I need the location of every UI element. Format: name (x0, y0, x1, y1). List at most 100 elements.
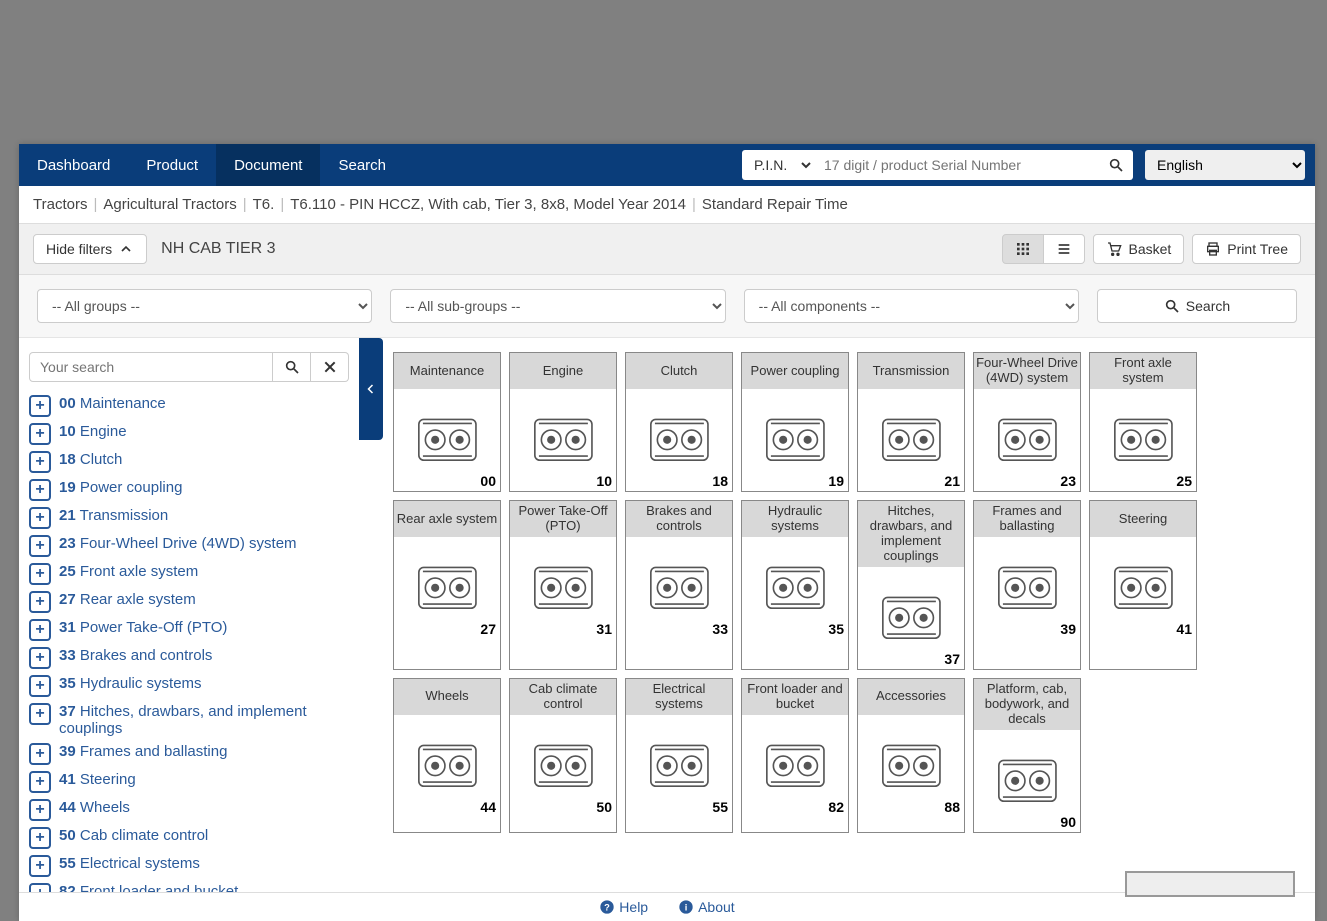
card-image: 18 (626, 389, 732, 491)
card-number: 39 (1060, 621, 1076, 637)
expand-icon[interactable]: + (29, 591, 51, 613)
about-link[interactable]: i About (678, 899, 735, 915)
sidebar-search-button[interactable] (273, 352, 311, 382)
expand-icon[interactable]: + (29, 535, 51, 557)
expand-icon[interactable]: + (29, 507, 51, 529)
card-number: 00 (480, 473, 496, 489)
hide-filters-button[interactable]: Hide filters (33, 234, 147, 264)
expand-icon[interactable]: + (29, 703, 51, 725)
category-card[interactable]: Cab climate control50 (509, 678, 617, 833)
tree-item[interactable]: +44 Wheels (29, 796, 349, 824)
expand-icon[interactable]: + (29, 423, 51, 445)
category-card[interactable]: Hydraulic systems35 (741, 500, 849, 670)
card-title: Maintenance (394, 353, 500, 389)
components-select[interactable]: -- All components -- (744, 289, 1079, 323)
tree-item[interactable]: +21 Transmission (29, 504, 349, 532)
tree-item[interactable]: +00 Maintenance (29, 392, 349, 420)
category-card[interactable]: Clutch18 (625, 352, 733, 492)
tree-item[interactable]: +39 Frames and ballasting (29, 740, 349, 768)
language-select[interactable]: English (1145, 150, 1305, 180)
breadcrumb-item[interactable]: Tractors (33, 196, 87, 213)
card-number: 18 (712, 473, 728, 489)
expand-icon[interactable]: + (29, 799, 51, 821)
category-card[interactable]: Electrical systems55 (625, 678, 733, 833)
filter-search-button[interactable]: Search (1097, 289, 1297, 323)
list-view-button[interactable] (1044, 234, 1085, 264)
breadcrumb-item[interactable]: T6. (253, 196, 275, 213)
category-card[interactable]: Front loader and bucket82 (741, 678, 849, 833)
category-card[interactable]: Power coupling19 (741, 352, 849, 492)
category-card[interactable]: Front axle system25 (1089, 352, 1197, 492)
toolbar: Hide filters NH CAB TIER 3 Basket Print … (19, 224, 1315, 275)
tree-item[interactable]: +33 Brakes and controls (29, 644, 349, 672)
tree-item[interactable]: +27 Rear axle system (29, 588, 349, 616)
breadcrumb-item[interactable]: Agricultural Tractors (103, 196, 236, 213)
expand-icon[interactable]: + (29, 743, 51, 765)
nav-document[interactable]: Document (216, 144, 320, 186)
groups-select[interactable]: -- All groups -- (37, 289, 372, 323)
tree-item[interactable]: +25 Front axle system (29, 560, 349, 588)
tree-item[interactable]: +55 Electrical systems (29, 852, 349, 880)
category-card[interactable]: Brakes and controls33 (625, 500, 733, 670)
card-number: 44 (480, 799, 496, 815)
serial-input[interactable] (814, 150, 1099, 180)
pin-type-select[interactable]: P.I.N. (742, 150, 814, 180)
sidebar-clear-button[interactable] (311, 352, 349, 382)
card-title: Hitches, drawbars, and implement couplin… (858, 501, 964, 567)
category-card[interactable]: Power Take-Off (PTO)31 (509, 500, 617, 670)
category-card[interactable]: Hitches, drawbars, and implement couplin… (857, 500, 965, 670)
nav-product[interactable]: Product (128, 144, 216, 186)
tree-item[interactable]: +50 Cab climate control (29, 824, 349, 852)
expand-icon[interactable]: + (29, 675, 51, 697)
nav-dashboard[interactable]: Dashboard (19, 144, 128, 186)
expand-icon[interactable]: + (29, 451, 51, 473)
tree-code: 82 (59, 883, 76, 892)
expand-icon[interactable]: + (29, 647, 51, 669)
expand-icon[interactable]: + (29, 395, 51, 417)
expand-icon[interactable]: + (29, 855, 51, 877)
tree-code: 35 (59, 675, 76, 692)
tree-item[interactable]: +37 Hitches, drawbars, and implement cou… (29, 700, 349, 740)
basket-button[interactable]: Basket (1093, 234, 1184, 264)
category-card[interactable]: Accessories88 (857, 678, 965, 833)
tree-item[interactable]: +35 Hydraulic systems (29, 672, 349, 700)
card-title: Frames and ballasting (974, 501, 1080, 537)
expand-icon[interactable]: + (29, 563, 51, 585)
tree-item[interactable]: +10 Engine (29, 420, 349, 448)
tree-label: Engine (80, 423, 127, 440)
model-label: NH CAB TIER 3 (161, 240, 275, 258)
grid-view-button[interactable] (1002, 234, 1044, 264)
subgroups-select[interactable]: -- All sub-groups -- (390, 289, 725, 323)
serial-search-button[interactable] (1099, 150, 1133, 180)
card-image: 33 (626, 537, 732, 639)
expand-icon[interactable]: + (29, 827, 51, 849)
category-card[interactable]: Rear axle system27 (393, 500, 501, 670)
category-card[interactable]: Wheels44 (393, 678, 501, 833)
tree-item[interactable]: +19 Power coupling (29, 476, 349, 504)
category-card[interactable]: Steering41 (1089, 500, 1197, 670)
tree-item[interactable]: +41 Steering (29, 768, 349, 796)
expand-icon[interactable]: + (29, 771, 51, 793)
nav-search[interactable]: Search (320, 144, 404, 186)
category-card[interactable]: Platform, cab, bodywork, and decals90 (973, 678, 1081, 833)
expand-icon[interactable]: + (29, 619, 51, 641)
card-number: 90 (1060, 814, 1076, 830)
card-image: 50 (510, 715, 616, 817)
category-card[interactable]: Frames and ballasting 39 (973, 500, 1081, 670)
sidebar-search-input[interactable] (29, 352, 273, 382)
expand-icon[interactable]: + (29, 479, 51, 501)
help-link[interactable]: ? Help (599, 899, 648, 915)
tree-item[interactable]: +18 Clutch (29, 448, 349, 476)
tree-item[interactable]: +82 Front loader and bucket (29, 880, 349, 892)
category-card[interactable]: Engine10 (509, 352, 617, 492)
tree-item[interactable]: +31 Power Take-Off (PTO) (29, 616, 349, 644)
tree-code: 37 (59, 703, 76, 720)
breadcrumb-item[interactable]: T6.110 - PIN HCCZ, With cab, Tier 3, 8x8… (290, 196, 686, 213)
tree-item[interactable]: +23 Four-Wheel Drive (4WD) system (29, 532, 349, 560)
category-card[interactable]: Maintenance 00 (393, 352, 501, 492)
expand-icon[interactable]: + (29, 883, 51, 892)
category-card[interactable]: Four-Wheel Drive (4WD) system23 (973, 352, 1081, 492)
sidebar-collapse-handle[interactable] (359, 338, 383, 440)
category-card[interactable]: Transmission21 (857, 352, 965, 492)
print-tree-button[interactable]: Print Tree (1192, 234, 1301, 264)
